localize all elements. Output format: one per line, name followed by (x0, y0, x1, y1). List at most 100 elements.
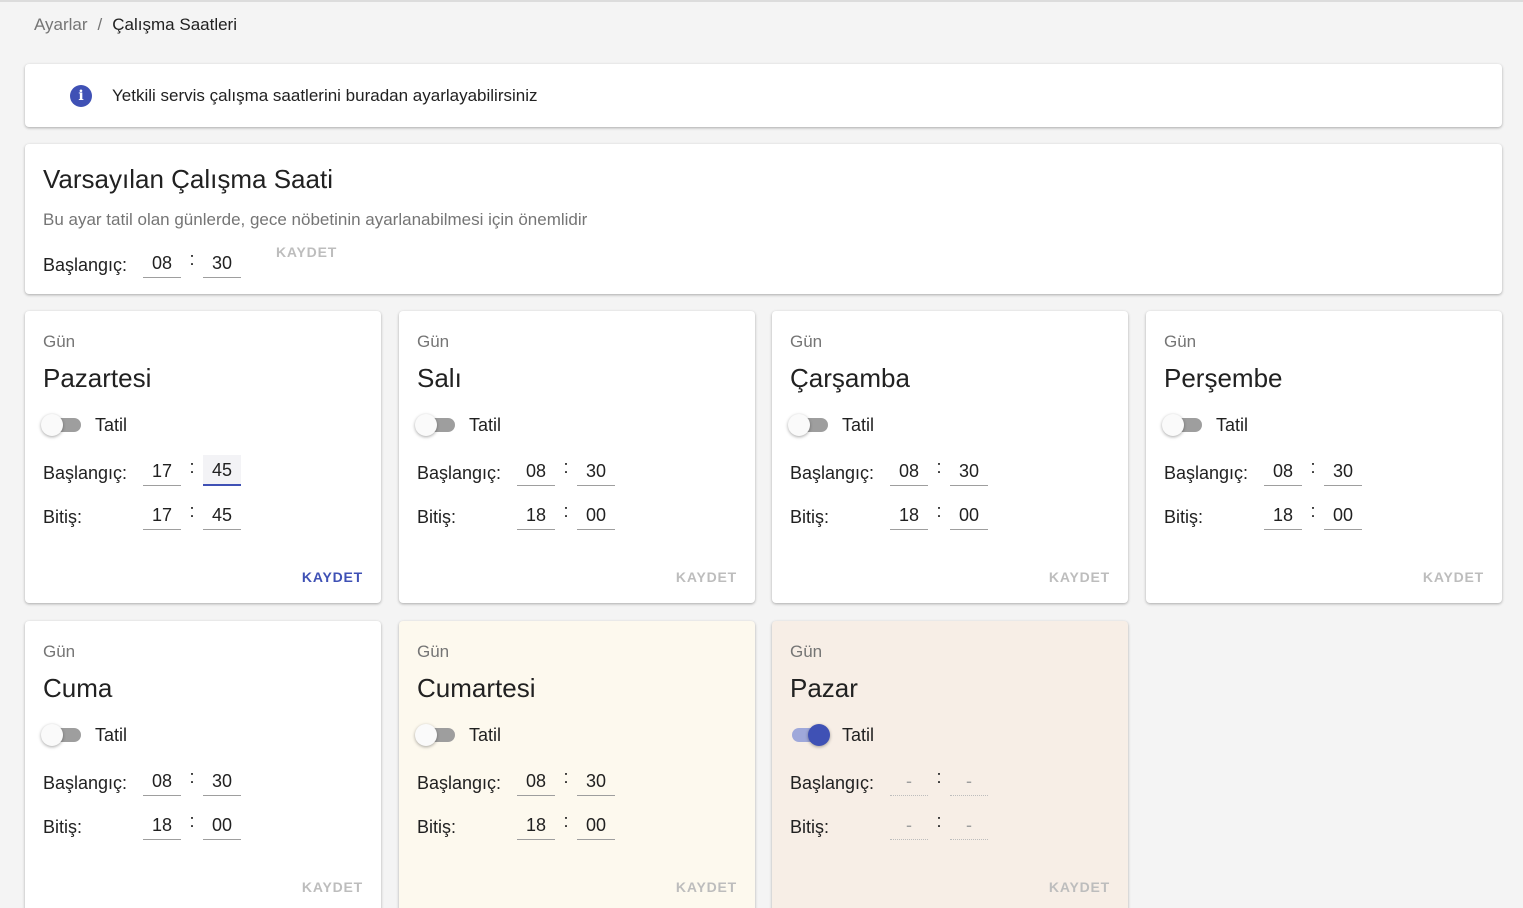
breadcrumb-parent-link[interactable]: Ayarlar (34, 15, 88, 35)
start-time-row: Başlangıç: : (790, 455, 988, 486)
day-card: Gün Cuma Tatil Başlangıç: : Bitiş: : KAY… (25, 621, 381, 908)
time-separator: : (189, 249, 195, 269)
holiday-switch[interactable] (415, 724, 457, 746)
start-minute-input[interactable] (1324, 455, 1362, 486)
holiday-switch[interactable] (788, 724, 830, 746)
switch-thumb (41, 724, 63, 746)
day-save-button[interactable]: KAYDET (302, 879, 363, 895)
start-minute-input[interactable] (577, 455, 615, 486)
start-minute-input[interactable] (577, 765, 615, 796)
end-label: Bitiş: (417, 507, 457, 527)
end-label: Bitiş: (1164, 507, 1204, 527)
end-minute-input[interactable] (203, 809, 241, 840)
end-hour-input[interactable] (890, 499, 928, 530)
start-label: Başlangıç: (790, 773, 875, 793)
time-separator: : (563, 811, 569, 831)
start-hour-input[interactable] (517, 765, 555, 796)
end-minute-input[interactable] (577, 499, 615, 530)
start-label: Başlangıç: (417, 463, 502, 483)
time-separator: : (563, 457, 569, 477)
start-minute-input[interactable] (950, 455, 988, 486)
end-label: Bitiş: (43, 507, 83, 527)
end-hour-input[interactable] (143, 499, 181, 530)
default-start-minute-input[interactable] (203, 247, 241, 278)
time-separator: : (936, 501, 942, 521)
start-hour-input[interactable] (143, 455, 181, 486)
time-separator: : (189, 811, 195, 831)
day-save-button[interactable]: KAYDET (302, 569, 363, 585)
holiday-switch[interactable] (41, 724, 83, 746)
holiday-switch[interactable] (1162, 414, 1204, 436)
time-separator: : (936, 767, 942, 787)
switch-thumb (808, 724, 830, 746)
time-separator: : (189, 457, 195, 477)
day-name: Pazartesi (43, 363, 152, 393)
start-hour-input[interactable] (890, 765, 928, 796)
day-save-button[interactable]: KAYDET (676, 879, 737, 895)
start-hour-input[interactable] (143, 765, 181, 796)
end-hour-input[interactable] (890, 809, 928, 840)
start-label: Başlangıç: (43, 773, 128, 793)
time-separator: : (1310, 457, 1316, 477)
end-hour-input[interactable] (143, 809, 181, 840)
day-name: Cuma (43, 673, 113, 703)
end-label: Bitiş: (417, 817, 457, 837)
day-save-button[interactable]: KAYDET (1049, 879, 1110, 895)
start-label: Başlangıç: (1164, 463, 1249, 483)
end-minute-input[interactable] (950, 809, 988, 840)
switch-thumb (415, 724, 437, 746)
holiday-switch[interactable] (41, 414, 83, 436)
end-time-row: Bitiş: : (790, 499, 988, 530)
end-label: Bitiş: (790, 817, 830, 837)
start-time-row: Başlangıç: : (417, 765, 615, 796)
info-text: Yetkili servis çalışma saatlerini burada… (112, 85, 538, 105)
time-separator: : (936, 457, 942, 477)
holiday-label: Tatil (842, 414, 875, 435)
holiday-toggle-row: Tatil (41, 414, 127, 436)
day-name: Salı (417, 363, 462, 393)
holiday-toggle-row: Tatil (415, 414, 501, 436)
day-save-button[interactable]: KAYDET (676, 569, 737, 585)
day-save-button[interactable]: KAYDET (1423, 569, 1484, 585)
time-separator: : (936, 811, 942, 831)
day-save-button[interactable]: KAYDET (1049, 569, 1110, 585)
start-minute-input[interactable] (203, 455, 241, 486)
holiday-switch[interactable] (788, 414, 830, 436)
start-minute-input[interactable] (203, 765, 241, 796)
end-minute-input[interactable] (1324, 499, 1362, 530)
start-minute-input[interactable] (950, 765, 988, 796)
start-hour-input[interactable] (517, 455, 555, 486)
holiday-switch[interactable] (415, 414, 457, 436)
start-time-row: Başlangıç: : (1164, 455, 1362, 486)
end-hour-input[interactable] (517, 499, 555, 530)
default-hours-row: Başlangıç: : KAYDET (43, 244, 337, 278)
end-label: Bitiş: (43, 817, 83, 837)
start-time-row: Başlangıç: : (43, 455, 241, 486)
default-save-button[interactable]: KAYDET (276, 244, 337, 278)
breadcrumb-current: Çalışma Saatleri (112, 15, 237, 34)
time-separator: : (189, 767, 195, 787)
day-caption: Gün (417, 642, 450, 661)
switch-thumb (41, 414, 63, 436)
breadcrumb-separator: / (97, 15, 103, 34)
end-minute-input[interactable] (950, 499, 988, 530)
end-hour-input[interactable] (1264, 499, 1302, 530)
holiday-label: Tatil (95, 724, 128, 745)
time-separator: : (189, 501, 195, 521)
day-caption: Gün (43, 642, 76, 661)
holiday-label: Tatil (469, 414, 502, 435)
start-time-row: Başlangıç: : (790, 765, 988, 796)
end-time-row: Bitiş: : (1164, 499, 1362, 530)
default-hours-subtitle: Bu ayar tatil olan günlerde, gece nöbeti… (43, 210, 588, 229)
default-start-hour-input[interactable] (143, 247, 181, 278)
holiday-label: Tatil (1216, 414, 1249, 435)
start-hour-input[interactable] (1264, 455, 1302, 486)
default-start-label: Başlangıç: (43, 255, 128, 275)
end-time-row: Bitiş: : (43, 809, 241, 840)
end-minute-input[interactable] (203, 499, 241, 530)
end-hour-input[interactable] (517, 809, 555, 840)
day-name: Perşembe (1164, 363, 1283, 393)
start-hour-input[interactable] (890, 455, 928, 486)
end-minute-input[interactable] (577, 809, 615, 840)
switch-thumb (415, 414, 437, 436)
